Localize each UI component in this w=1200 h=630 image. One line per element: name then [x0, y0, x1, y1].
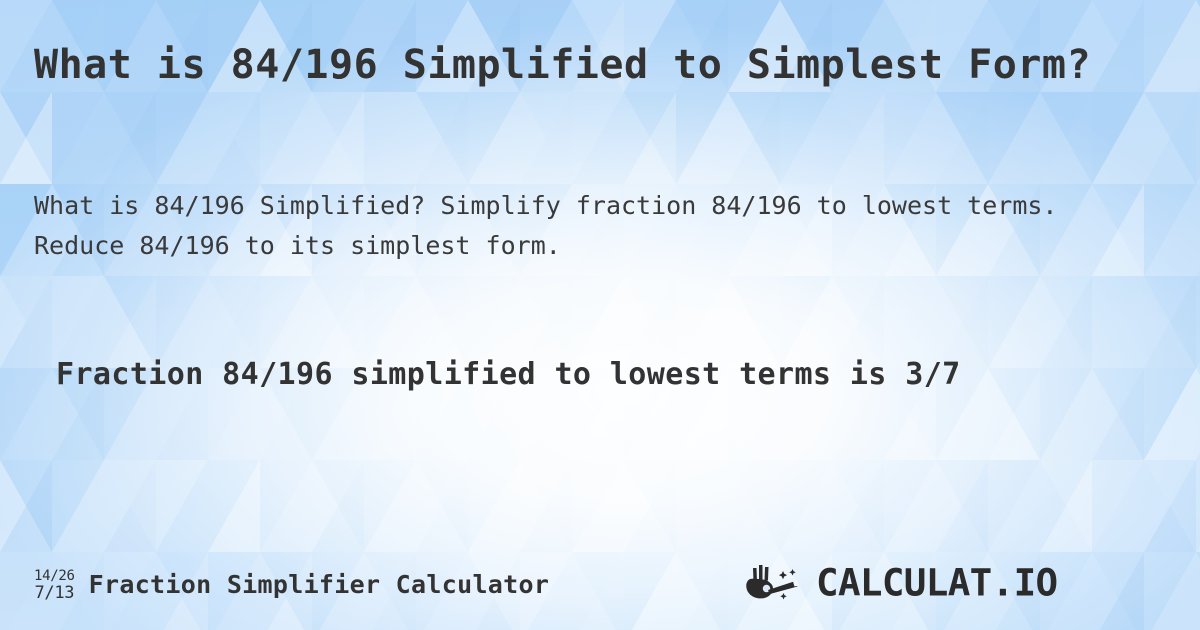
badge-simplified-fraction: 7/13: [34, 582, 75, 603]
page-title: What is 84/196 Simplified to Simplest Fo…: [34, 42, 1092, 88]
magic-wand-hand-icon: [746, 565, 799, 600]
page-canvas: What is 84/196 Simplified to Simplest Fo…: [0, 0, 1200, 630]
brand-wordmark-text: CALCULAT.IO: [816, 564, 1057, 604]
footer-calculator-name: Fraction Simplifier Calculator: [88, 569, 550, 599]
footer: 14/26 7/13 Fraction Simplifier Calculato…: [0, 560, 1200, 608]
badge-original-fraction: 14/26: [34, 567, 75, 584]
fraction-simplify-badge-icon: 14/26 7/13: [34, 566, 75, 603]
page-description: What is 84/196 Simplified? Simplify frac…: [34, 191, 1073, 260]
brand-logo[interactable]: CALCULAT.IO: [744, 564, 1166, 604]
result-statement: Fraction 84/196 simplified to lowest ter…: [56, 357, 961, 392]
brand-wordmark: CALCULAT.IO: [816, 564, 1058, 604]
content-area: What is 84/196 Simplified to Simplest Fo…: [0, 0, 1200, 630]
footer-left-group: 14/26 7/13 Fraction Simplifier Calculato…: [34, 566, 549, 603]
